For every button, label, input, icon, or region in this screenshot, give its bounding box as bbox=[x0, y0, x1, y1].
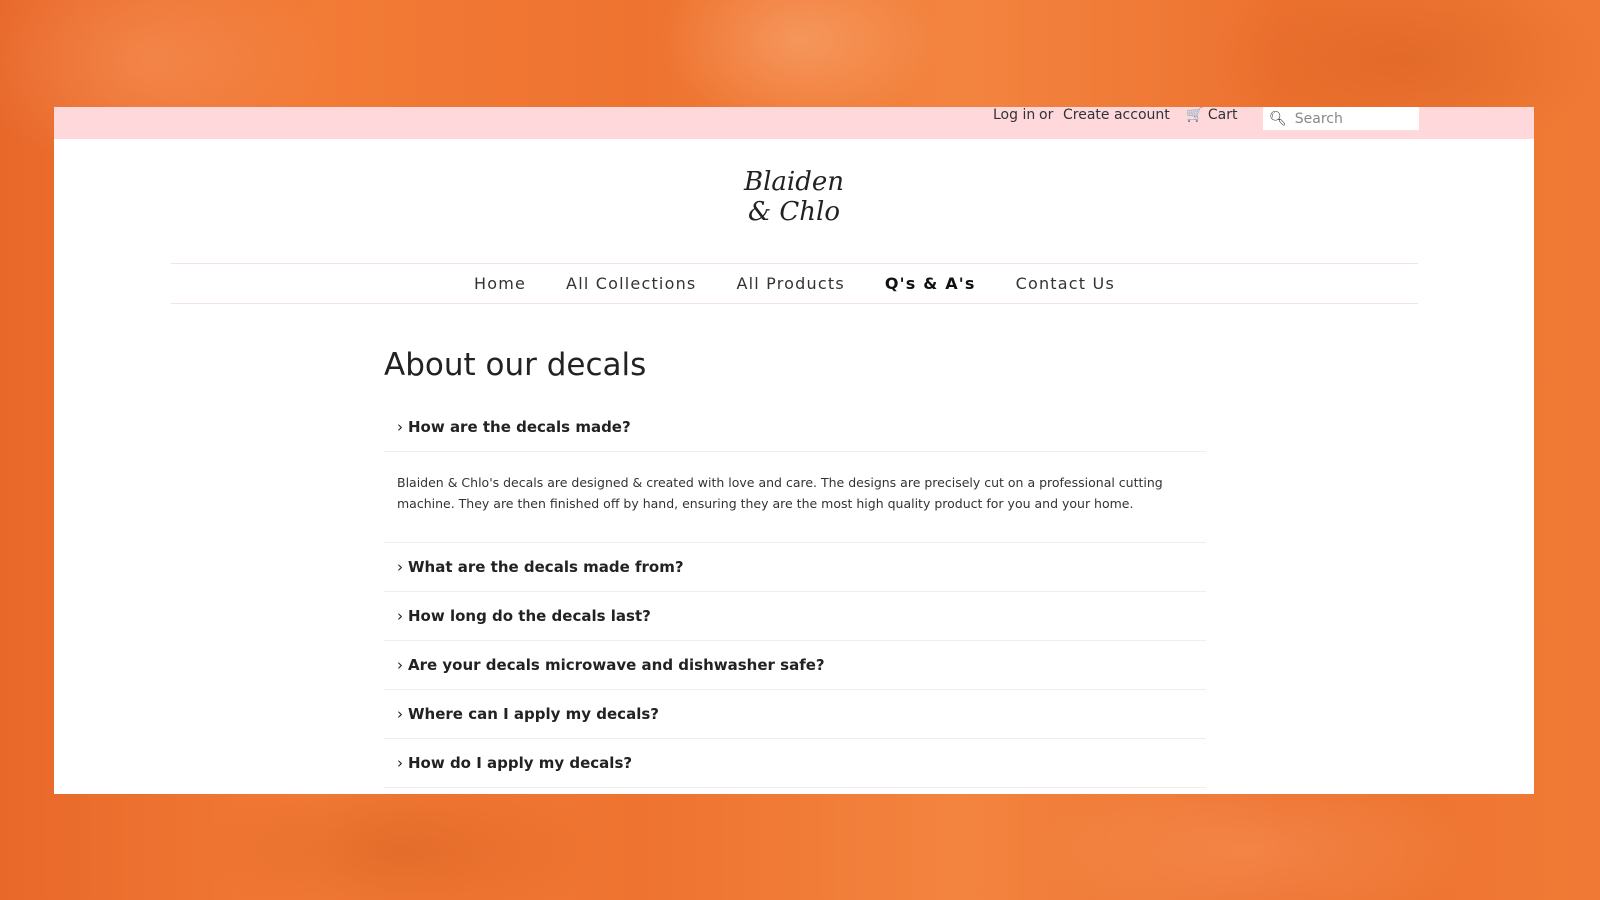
cart-icon: 🛒 bbox=[1186, 107, 1204, 123]
faq-question[interactable]: › How long do the decals last? bbox=[384, 592, 1206, 641]
page-window: Log in or Create account 🛒 Cart 🔍︎ Search… bbox=[54, 107, 1534, 794]
faq-question-text: Where can I apply my decals? bbox=[408, 705, 659, 723]
search-input[interactable]: 🔍︎ Search bbox=[1263, 107, 1419, 130]
cart-link[interactable]: 🛒 Cart bbox=[1186, 107, 1238, 123]
faq-question-text: How are the decals made? bbox=[408, 418, 631, 436]
faq-answer: Blaiden & Chlo's decals are designed & c… bbox=[384, 452, 1206, 543]
top-bar: Log in or Create account 🛒 Cart 🔍︎ Search bbox=[54, 107, 1534, 139]
faq-question[interactable]: › Where can I apply my decals? bbox=[384, 690, 1206, 739]
login-link[interactable]: Log in bbox=[993, 107, 1035, 123]
main-nav: Home All Collections All Products Q's & … bbox=[171, 263, 1418, 304]
logo[interactable]: Blaiden & Chlo bbox=[54, 167, 1534, 227]
chevron-right-icon: › bbox=[397, 754, 403, 772]
logo-line1: Blaiden bbox=[743, 167, 844, 197]
search-placeholder: Search bbox=[1294, 110, 1343, 127]
nav-contact[interactable]: Contact Us bbox=[1016, 274, 1115, 293]
main-content: About our decals › How are the decals mad… bbox=[384, 347, 1206, 788]
faq-question-text: How do I apply my decals? bbox=[408, 754, 633, 772]
nav-home[interactable]: Home bbox=[474, 274, 526, 293]
faq-question[interactable]: › What are the decals made from? bbox=[384, 543, 1206, 592]
faq-question[interactable]: › Are your decals microwave and dishwashe… bbox=[384, 641, 1206, 690]
search-icon: 🔍︎ bbox=[1269, 110, 1287, 127]
logo-line2: & Chlo bbox=[747, 197, 840, 227]
cart-label: Cart bbox=[1207, 107, 1238, 123]
chevron-right-icon: › bbox=[397, 705, 403, 723]
chevron-right-icon: › bbox=[397, 558, 403, 576]
faq-question-text: How long do the decals last? bbox=[408, 607, 651, 625]
chevron-right-icon: › bbox=[397, 418, 403, 436]
nav-all-collections[interactable]: All Collections bbox=[566, 274, 696, 293]
chevron-right-icon: › bbox=[397, 607, 403, 625]
or-text: or bbox=[1039, 107, 1054, 123]
faq-question[interactable]: › How do I apply my decals? bbox=[384, 739, 1206, 788]
faq-question-text: What are the decals made from? bbox=[408, 558, 684, 576]
faq-question-text: Are your decals microwave and dishwasher… bbox=[408, 656, 825, 674]
page-title: About our decals bbox=[384, 347, 647, 383]
nav-all-products[interactable]: All Products bbox=[736, 274, 844, 293]
chevron-right-icon: › bbox=[397, 656, 403, 674]
faq-question[interactable]: › How are the decals made? bbox=[384, 403, 1206, 452]
nav-qa[interactable]: Q's & A's bbox=[885, 274, 976, 293]
create-account-link[interactable]: Create account bbox=[1063, 107, 1170, 123]
